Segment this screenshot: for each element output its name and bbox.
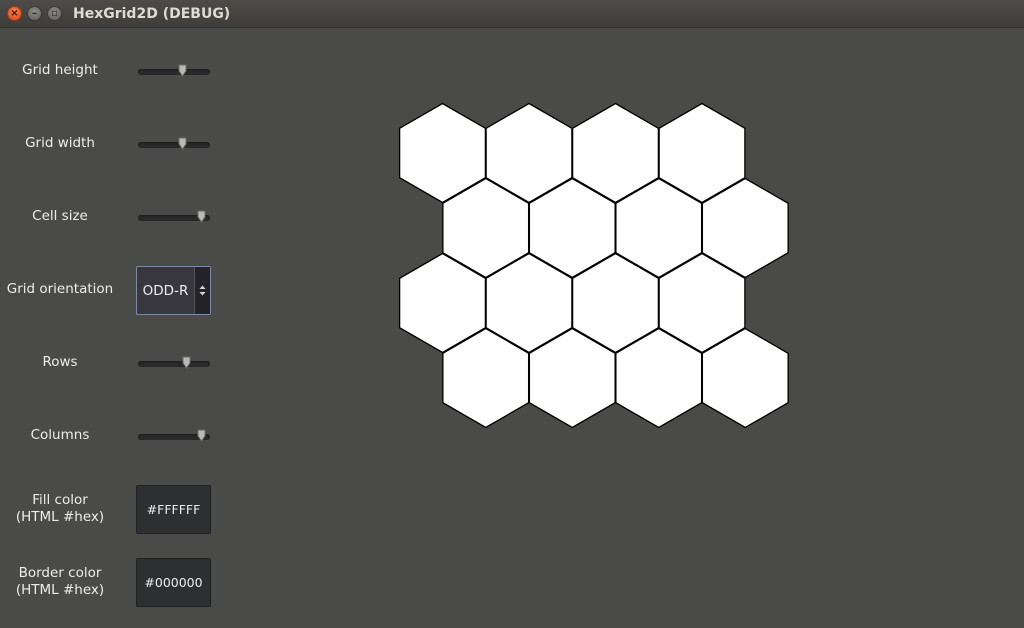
- hex-grid-canvas[interactable]: [0, 0, 1024, 628]
